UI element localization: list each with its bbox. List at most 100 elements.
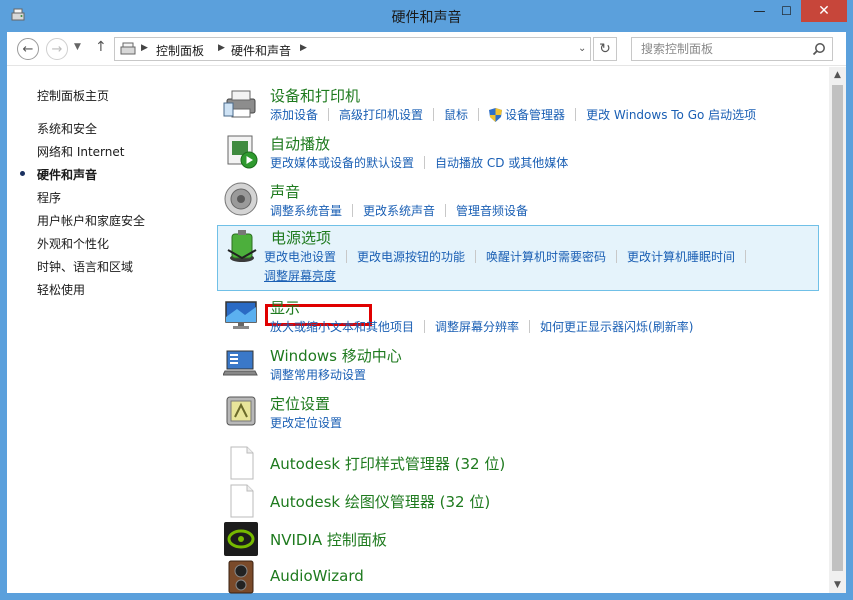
category-title[interactable]: 电源选项 <box>271 227 331 248</box>
category-title[interactable]: AudioWizard <box>270 567 364 585</box>
autoplay-icon[interactable] <box>223 133 259 169</box>
breadcrumb-control-panel[interactable]: 控制面板 <box>156 42 204 59</box>
category-location-settings: 定位设置 更改定位设置 <box>217 389 819 435</box>
recent-pages-dropdown[interactable]: ▼ <box>74 42 81 52</box>
category-title[interactable]: 定位设置 <box>270 393 330 414</box>
category-title[interactable]: 设备和打印机 <box>270 85 360 106</box>
link-advanced-printer-setup[interactable]: 高级打印机设置 <box>339 106 423 123</box>
link-change-battery-settings[interactable]: 更改电池设置 <box>264 248 336 265</box>
file-icon[interactable] <box>223 445 259 481</box>
link-windows-to-go[interactable]: 更改 Windows To Go 启动选项 <box>586 106 756 123</box>
link-change-system-sounds[interactable]: 更改系统声音 <box>363 202 435 219</box>
address-dropdown-icon[interactable]: ⌄ <box>578 43 586 54</box>
category-title[interactable]: Autodesk 绘图仪管理器 (32 位) <box>270 491 490 512</box>
link-autoplay-cd[interactable]: 自动播放 CD 或其他媒体 <box>435 154 568 171</box>
link-adjust-resolution[interactable]: 调整屏幕分辨率 <box>435 318 519 335</box>
link-divider <box>745 250 747 263</box>
display-icon[interactable] <box>223 297 259 333</box>
left-nav-pane: 控制面板主页 系统和安全 网络和 Internet 硬件和声音 程序 用户帐户和… <box>7 67 207 593</box>
link-zoom-text[interactable]: 放大或缩小文本和其他项目 <box>270 318 414 335</box>
location-icon[interactable] <box>223 393 259 429</box>
file-icon[interactable] <box>223 483 259 519</box>
category-title[interactable]: Windows 移动中心 <box>270 345 402 366</box>
nvidia-icon[interactable] <box>223 521 259 557</box>
printer-icon[interactable] <box>223 85 259 121</box>
search-box[interactable] <box>631 37 833 61</box>
breadcrumb-separator-icon: ▶ <box>141 43 148 53</box>
minimize-button[interactable]: — <box>746 0 773 22</box>
battery-icon[interactable] <box>224 228 260 264</box>
link-divider <box>424 320 426 333</box>
category-sound: 声音 调整系统音量 更改系统声音 管理音频设备 <box>217 177 819 223</box>
link-power-button-function[interactable]: 更改电源按钮的功能 <box>357 248 465 265</box>
search-icon[interactable] <box>812 42 826 56</box>
link-divider <box>478 108 480 121</box>
category-title[interactable]: Autodesk 打印样式管理器 (32 位) <box>270 453 505 474</box>
sidebar-item-programs[interactable]: 程序 <box>37 189 61 206</box>
category-title[interactable]: 自动播放 <box>270 133 330 154</box>
link-change-location-settings[interactable]: 更改定位设置 <box>270 414 342 431</box>
category-title[interactable]: 声音 <box>270 181 300 202</box>
sidebar-item-hardware-sound[interactable]: 硬件和声音 <box>37 166 97 183</box>
link-adjust-mobility-settings[interactable]: 调整常用移动设置 <box>270 366 366 383</box>
link-device-manager[interactable]: 设备管理器 <box>505 106 565 123</box>
sidebar-item-user-accounts[interactable]: 用户帐户和家庭安全 <box>37 212 145 229</box>
sidebar-item-system-security[interactable]: 系统和安全 <box>37 120 97 137</box>
refresh-button[interactable]: ↻ <box>593 37 617 61</box>
sidebar-item-network-internet[interactable]: 网络和 Internet <box>37 143 124 160</box>
category-autodesk-plot-style: Autodesk 打印样式管理器 (32 位) <box>217 443 819 481</box>
link-divider <box>424 156 426 169</box>
sidebar-item-ease-of-access[interactable]: 轻松使用 <box>37 281 85 298</box>
sidebar-item-home[interactable]: 控制面板主页 <box>37 87 109 104</box>
scroll-down-icon[interactable]: ▼ <box>829 577 846 593</box>
scrollbar-thumb[interactable] <box>832 85 843 571</box>
current-item-bullet <box>20 171 25 176</box>
refresh-icon: ↻ <box>599 41 611 57</box>
scroll-up-icon[interactable]: ▲ <box>829 67 846 83</box>
mobility-center-icon[interactable] <box>223 345 259 381</box>
forward-button[interactable]: → <box>46 38 68 60</box>
sidebar-item-appearance[interactable]: 外观和个性化 <box>37 235 109 252</box>
link-require-password-on-wake[interactable]: 唤醒计算机时需要密码 <box>486 248 606 265</box>
breadcrumb-hardware-sound[interactable]: 硬件和声音 <box>231 42 291 59</box>
arrow-left-icon: ← <box>22 41 34 57</box>
title-bar: 硬件和声音 — ☐ ✕ <box>0 0 853 32</box>
link-fix-monitor-flicker[interactable]: 如何更正显示器闪烁(刷新率) <box>540 318 693 335</box>
close-button[interactable]: ✕ <box>801 0 847 22</box>
arrow-right-icon: → <box>51 41 63 57</box>
link-divider <box>328 108 330 121</box>
link-divider <box>529 320 531 333</box>
up-button[interactable]: ↑ <box>95 39 107 55</box>
maximize-button[interactable]: ☐ <box>773 0 800 22</box>
window-body: ← → ▼ ↑ ▶ 控制面板 ▶ 硬件和声音 ▶ ⌄ ↻ 控制面板主页 系统 <box>7 32 846 595</box>
category-title[interactable]: 显示 <box>270 297 300 318</box>
category-display: 显示 放大或缩小文本和其他项目 调整屏幕分辨率 如何更正显示器闪烁(刷新率) <box>217 293 819 339</box>
link-adjust-screen-brightness[interactable]: 调整屏幕亮度 <box>264 267 336 284</box>
breadcrumb-separator-icon[interactable]: ▶ <box>218 43 225 53</box>
category-power-options[interactable]: 电源选项 更改电池设置 更改电源按钮的功能 唤醒计算机时需要密码 更改计算机睡眠… <box>217 225 819 291</box>
link-add-device[interactable]: 添加设备 <box>270 106 318 123</box>
link-manage-audio-devices[interactable]: 管理音频设备 <box>456 202 528 219</box>
link-change-media-defaults[interactable]: 更改媒体或设备的默认设置 <box>270 154 414 171</box>
link-divider <box>616 250 618 263</box>
control-panel-icon <box>120 42 136 55</box>
back-button[interactable]: ← <box>17 38 39 60</box>
category-audiowizard: AudioWizard <box>217 557 819 595</box>
link-change-sleep-time[interactable]: 更改计算机睡眠时间 <box>627 248 735 265</box>
address-bar[interactable]: ▶ 控制面板 ▶ 硬件和声音 ▶ ⌄ <box>114 37 591 61</box>
category-devices-printers: 设备和打印机 添加设备 高级打印机设置 鼠标 设备管理器 更改 Windows … <box>217 81 819 127</box>
link-mouse[interactable]: 鼠标 <box>444 106 468 123</box>
vertical-scrollbar[interactable]: ▲ ▼ <box>829 67 846 593</box>
search-input[interactable] <box>632 38 812 60</box>
chevron-down-icon: ▼ <box>74 42 81 52</box>
speaker-icon[interactable] <box>223 181 259 217</box>
breadcrumb-separator-icon[interactable]: ▶ <box>300 43 307 53</box>
category-title[interactable]: NVIDIA 控制面板 <box>270 529 387 550</box>
category-mobility-center: Windows 移动中心 调整常用移动设置 <box>217 341 819 387</box>
link-divider <box>475 250 477 263</box>
link-adjust-volume[interactable]: 调整系统音量 <box>270 202 342 219</box>
sidebar-item-clock-region[interactable]: 时钟、语言和区域 <box>37 258 133 275</box>
category-nvidia: NVIDIA 控制面板 <box>217 519 819 557</box>
category-autoplay: 自动播放 更改媒体或设备的默认设置 自动播放 CD 或其他媒体 <box>217 129 819 175</box>
audiowizard-icon[interactable] <box>223 559 259 595</box>
